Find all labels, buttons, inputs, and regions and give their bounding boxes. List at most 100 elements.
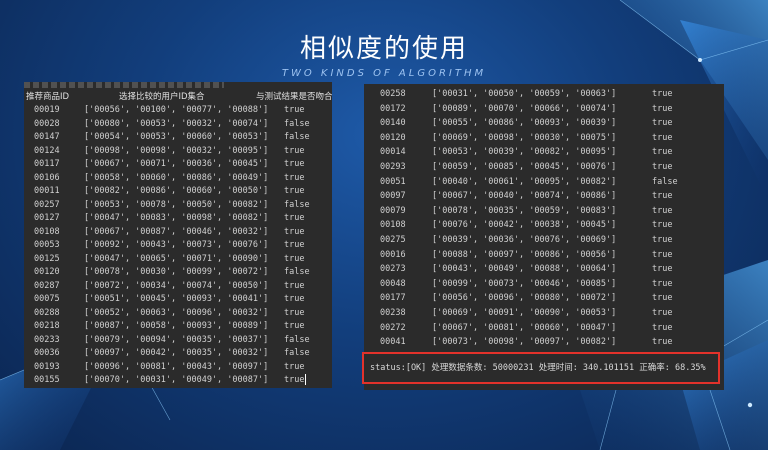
- user-id-set: ['00043', '00049', '00088', '00064']: [432, 264, 617, 275]
- table-row: 00177 ['00056', '00096', '00080', '00072'…: [364, 292, 724, 307]
- table-row: 00053 ['00092', '00043', '00073', '00076'…: [24, 239, 332, 253]
- user-id-set: ['00051', '00045', '00093', '00041']: [84, 294, 269, 304]
- product-id: 00140: [380, 118, 406, 129]
- product-id: 00117: [34, 159, 60, 169]
- product-id: 00258: [380, 89, 406, 99]
- product-id: 00106: [34, 172, 60, 183]
- match-result: true: [284, 145, 305, 156]
- right-results-panel: 00258 ['00031', '00050', '00059', '00063'…: [364, 84, 724, 390]
- product-id: 00097: [380, 191, 406, 202]
- match-result: true: [652, 118, 673, 129]
- match-result: false: [652, 176, 678, 187]
- user-id-set: ['00098', '00098', '00032', '00095']: [84, 145, 269, 156]
- match-result: true: [284, 253, 305, 264]
- table-row: 00218 ['00087', '00058', '00093', '00089'…: [24, 320, 332, 334]
- product-id: 00079: [380, 205, 406, 216]
- header-match-result: 与测试结果是否吻合: [256, 92, 332, 102]
- match-result: true: [652, 103, 673, 114]
- product-id: 00019: [34, 105, 60, 115]
- header-user-ids: 选择比较的用户ID集合: [119, 92, 205, 102]
- user-id-set: ['00078', '00030', '00099', '00072']: [84, 267, 269, 277]
- table-row: 00120 ['00078', '00030', '00099', '00072'…: [24, 266, 332, 280]
- match-result: true: [652, 264, 673, 275]
- product-id: 00193: [34, 361, 60, 372]
- match-result: true: [284, 186, 305, 196]
- table-row: 00233 ['00079', '00094', '00035', '00037'…: [24, 334, 332, 348]
- table-row: 00011 ['00082', '00086', '00060', '00050'…: [24, 185, 332, 199]
- product-id: 00124: [34, 145, 60, 156]
- text-cursor: [305, 374, 307, 385]
- table-row: 00288 ['00052', '00063', '00096', '00032'…: [24, 307, 332, 321]
- product-id: 00041: [380, 337, 406, 348]
- match-result: false: [284, 132, 310, 142]
- product-id: 00287: [34, 280, 60, 291]
- match-result: true: [284, 172, 305, 183]
- match-result: true: [284, 280, 305, 291]
- user-id-set: ['00055', '00086', '00093', '00039']: [432, 118, 617, 129]
- product-id: 00177: [380, 293, 406, 304]
- match-result: false: [284, 199, 310, 210]
- user-id-set: ['00079', '00094', '00035', '00037']: [84, 334, 269, 345]
- product-id: 00155: [34, 375, 60, 385]
- user-id-set: ['00078', '00035', '00059', '00083']: [432, 205, 617, 216]
- product-id: 00016: [380, 249, 406, 260]
- table-row: 00036 ['00097', '00042', '00035', '00032'…: [24, 347, 332, 361]
- header-product-id: 推荐商品ID: [26, 92, 70, 102]
- table-row: 00273 ['00043', '00049', '00088', '00064'…: [364, 263, 724, 278]
- match-result: true: [284, 240, 305, 250]
- product-id: 00028: [34, 118, 60, 129]
- product-id: 00233: [34, 334, 60, 345]
- user-id-set: ['00056', '00100', '00077', '00088']: [84, 105, 269, 115]
- match-result: true: [652, 337, 673, 348]
- user-id-set: ['00056', '00096', '00080', '00072']: [432, 293, 617, 304]
- table-row: 00106 ['00058', '00060', '00086', '00049'…: [24, 172, 332, 186]
- product-id: 00172: [380, 103, 406, 114]
- user-id-set: ['00059', '00085', '00045', '00076']: [432, 161, 617, 172]
- user-id-set: ['00072', '00034', '00074', '00050']: [84, 280, 269, 291]
- match-result: false: [284, 334, 310, 345]
- match-result: true: [652, 307, 673, 318]
- user-id-set: ['00089', '00070', '00066', '00074']: [432, 103, 617, 114]
- match-result: true: [284, 361, 305, 372]
- table-row: 00147 ['00054', '00053', '00060', '00053'…: [24, 131, 332, 145]
- user-id-set: ['00047', '00065', '00071', '00090']: [84, 253, 269, 264]
- product-id: 00147: [34, 132, 60, 142]
- table-row: 00193 ['00096', '00081', '00043', '00097'…: [24, 361, 332, 375]
- user-id-set: ['00088', '00097', '00086', '00056']: [432, 249, 617, 260]
- product-id: 00293: [380, 161, 406, 172]
- product-id: 00108: [34, 226, 60, 237]
- product-id: 00036: [34, 348, 60, 358]
- table-header: 推荐商品ID 选择比较的用户ID集合 与测试结果是否吻合: [24, 90, 332, 102]
- product-id: 00257: [34, 199, 60, 210]
- user-id-set: ['00087', '00058', '00093', '00089']: [84, 321, 269, 331]
- slide-subtitle: TWO KINDS OF ALGORITHM: [281, 68, 487, 79]
- table-row: 00079 ['00078', '00035', '00059', '00083'…: [364, 205, 724, 220]
- table-row: 00120 ['00069', '00098', '00030', '00075'…: [364, 132, 724, 147]
- product-id: 00218: [34, 321, 60, 331]
- match-result: true: [284, 159, 305, 169]
- status-line: status:[OK] 处理数据条数: 50000231 处理时间: 340.1…: [362, 352, 720, 384]
- table-row: 00014 ['00053', '00039', '00082', '00095'…: [364, 146, 724, 161]
- user-id-set: ['00053', '00078', '00050', '00082']: [84, 199, 269, 210]
- product-id: 00014: [380, 147, 406, 158]
- table-row: 00016 ['00088', '00097', '00086', '00056'…: [364, 249, 724, 264]
- product-id: 00120: [380, 132, 406, 143]
- table-row: 00019 ['00056', '00100', '00077', '00088'…: [24, 104, 332, 118]
- table-row: 00117 ['00067', '00071', '00036', '00045'…: [24, 158, 332, 172]
- match-result: false: [284, 267, 310, 277]
- table-row: 00172 ['00089', '00070', '00066', '00074'…: [364, 103, 724, 118]
- user-id-set: ['00067', '00071', '00036', '00045']: [84, 159, 269, 169]
- left-row-list: 00019 ['00056', '00100', '00077', '00088'…: [24, 104, 332, 388]
- table-row: 00275 ['00039', '00036', '00076', '00069'…: [364, 234, 724, 249]
- user-id-set: ['00031', '00050', '00059', '00063']: [432, 89, 617, 99]
- table-row: 00028 ['00080', '00053', '00032', '00074'…: [24, 118, 332, 132]
- user-id-set: ['00039', '00036', '00076', '00069']: [432, 234, 617, 245]
- table-row: 00287 ['00072', '00034', '00074', '00050'…: [24, 280, 332, 294]
- table-row: 00127 ['00047', '00083', '00098', '00082'…: [24, 212, 332, 226]
- product-id: 00051: [380, 176, 406, 187]
- match-result: false: [284, 118, 310, 129]
- table-row: 00108 ['00067', '00087', '00046', '00032'…: [24, 226, 332, 240]
- match-result: true: [652, 220, 673, 231]
- table-row: 00124 ['00098', '00098', '00032', '00095'…: [24, 145, 332, 159]
- user-id-set: ['00047', '00083', '00098', '00082']: [84, 213, 269, 223]
